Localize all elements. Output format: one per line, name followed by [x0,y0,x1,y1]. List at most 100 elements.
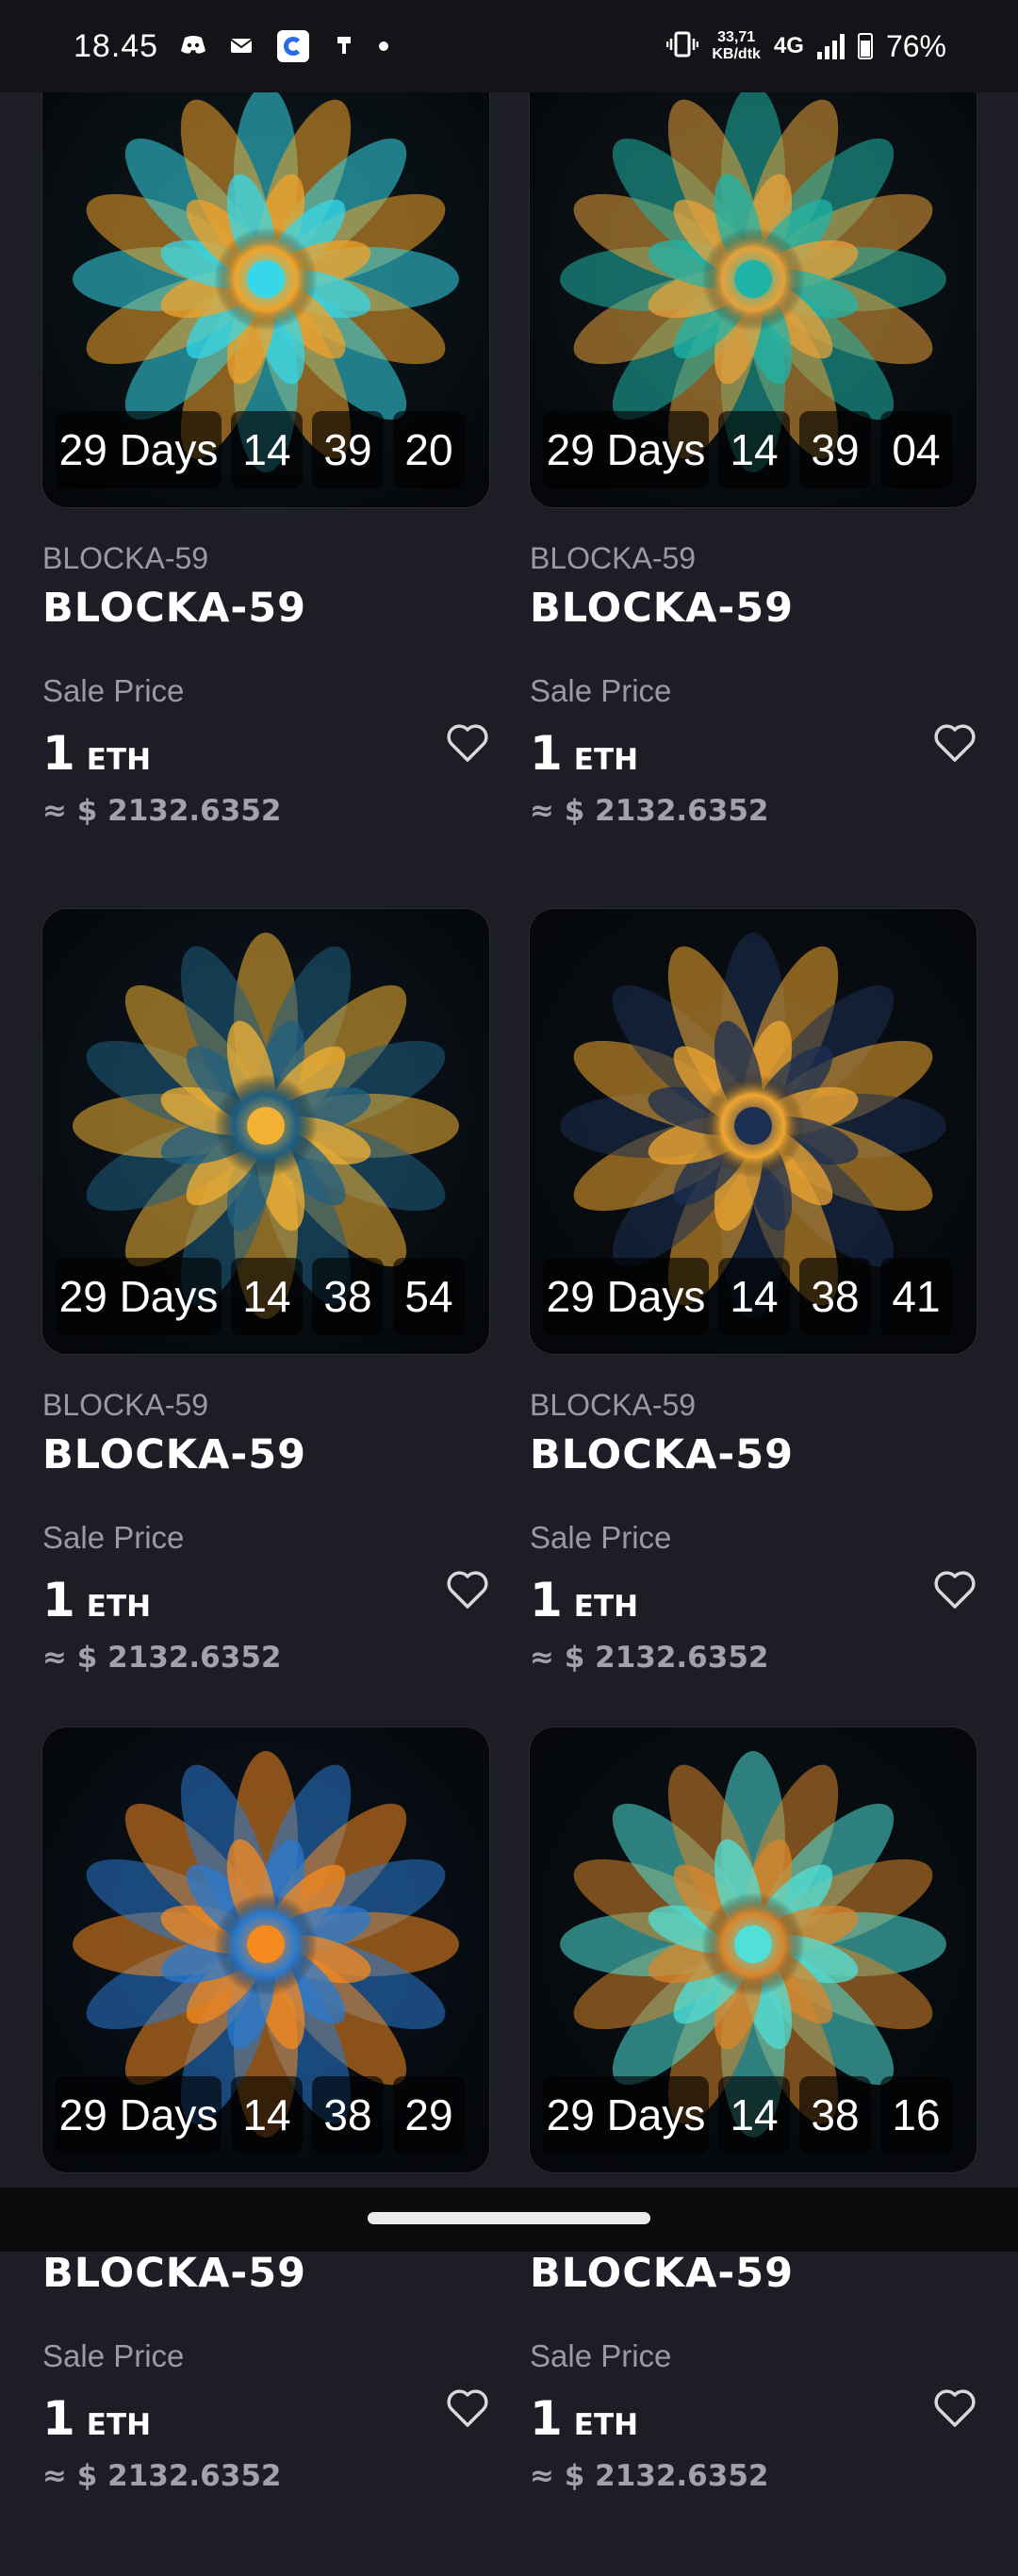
collection-name[interactable]: BLOCKA-59 [530,541,696,576]
mail-icon [228,28,256,64]
notification-icon [330,28,358,64]
price-eth: 1 ETH [530,726,638,781]
countdown-days: 29 Days [543,411,709,488]
price-eth: 1 ETH [42,1573,151,1627]
signal-icon [816,33,845,59]
price-amount: 1 [42,1573,75,1627]
countdown-hours: 14 [231,411,303,488]
home-gesture-handle[interactable] [368,2212,650,2224]
nft-artwork-image[interactable]: 29 Days 14 39 04 [530,62,977,507]
price-usd: ≈ $ 2132.6352 [42,1641,282,1675]
status-right: 33,71 KB/dtk 4G 76% [666,29,946,64]
status-time: 18.45 [74,27,159,64]
countdown-minutes: 38 [312,1258,384,1335]
price-currency: ETH [86,1590,152,1624]
nft-card[interactable]: 29 Days 14 39 04 BLOCKA-59 BLOCKA-59 Sal… [530,62,977,911]
discord-icon [179,28,207,64]
nft-artwork-image[interactable]: 29 Days 14 38 16 [530,1727,977,2172]
countdown-seconds: 20 [393,411,465,488]
nft-title[interactable]: BLOCKA-59 [530,2250,794,2297]
nft-title[interactable]: BLOCKA-59 [42,2250,306,2297]
price-amount: 1 [530,1573,563,1627]
sale-price-label: Sale Price [42,2338,185,2373]
price-currency: ETH [573,743,639,777]
price-amount: 1 [42,726,75,781]
price-usd: ≈ $ 2132.6352 [530,1641,769,1675]
price-amount: 1 [530,2391,563,2446]
sale-price-label: Sale Price [42,1520,185,1555]
price-amount: 1 [42,2391,75,2446]
countdown-timer: 29 Days 14 38 41 [543,1258,952,1335]
favorite-heart-icon[interactable] [933,2387,977,2429]
countdown-timer: 29 Days 14 38 16 [543,2076,952,2154]
price-usd: ≈ $ 2132.6352 [530,2459,769,2493]
battery-percent: 76% [885,28,946,63]
countdown-days: 29 Days [543,2076,709,2154]
countdown-minutes: 39 [312,411,384,488]
countdown-seconds: 04 [880,411,952,488]
countdown-timer: 29 Days 14 39 04 [543,411,952,488]
countdown-days: 29 Days [56,1258,222,1335]
nft-card[interactable]: 29 Days 14 39 20 BLOCKA-59 BLOCKA-59 Sal… [42,62,489,911]
countdown-days: 29 Days [56,2076,222,2154]
dot-icon [379,41,389,51]
countdown-timer: 29 Days 14 38 54 [56,1258,465,1335]
countdown-seconds: 54 [393,1258,465,1335]
sale-price-label: Sale Price [530,1520,672,1555]
countdown-minutes: 38 [312,2076,384,2154]
countdown-hours: 14 [718,411,790,488]
nft-title[interactable]: BLOCKA-59 [530,585,794,632]
nft-artwork-image[interactable]: 29 Days 14 39 20 [42,62,489,507]
favorite-heart-icon[interactable] [933,1569,977,1610]
countdown-timer: 29 Days 14 39 20 [56,411,465,488]
nft-artwork-image[interactable]: 29 Days 14 38 41 [530,909,977,1354]
navigation-bar [0,2188,1018,2252]
collection-name[interactable]: BLOCKA-59 [42,541,208,576]
sale-price-label: Sale Price [530,673,672,708]
network-speed: 33,71 KB/dtk [712,29,761,63]
sale-price-label: Sale Price [530,2338,672,2373]
countdown-hours: 14 [718,2076,790,2154]
google-app-icon [277,30,310,62]
nft-artwork-image[interactable]: 29 Days 14 38 54 [42,909,489,1354]
nft-card[interactable]: 29 Days 14 38 41 BLOCKA-59 BLOCKA-59 Sal… [530,909,977,1758]
nft-card[interactable]: 29 Days 14 38 54 BLOCKA-59 BLOCKA-59 Sal… [42,909,489,1758]
status-left: 18.45 [74,27,389,65]
price-currency: ETH [573,2408,639,2442]
nft-title[interactable]: BLOCKA-59 [42,585,306,632]
favorite-heart-icon[interactable] [446,722,489,764]
network-type: 4G [773,33,804,58]
vibrate-icon [666,30,699,63]
price-usd: ≈ $ 2132.6352 [42,794,282,828]
nft-artwork-image[interactable]: 29 Days 14 38 29 [42,1727,489,2172]
nft-title[interactable]: BLOCKA-59 [530,1431,794,1478]
collection-name[interactable]: BLOCKA-59 [42,1388,208,1423]
nft-card[interactable]: 29 Days 14 38 29 BLOCKA-59 BLOCKA-59 Sal… [42,1727,489,2576]
network-speed-value: 33,71 [717,29,756,45]
countdown-hours: 14 [231,2076,303,2154]
countdown-minutes: 38 [799,2076,871,2154]
favorite-heart-icon[interactable] [446,2387,489,2429]
price-currency: ETH [573,1590,639,1624]
price-eth: 1 ETH [42,726,151,781]
collection-name[interactable]: BLOCKA-59 [530,1388,696,1423]
favorite-heart-icon[interactable] [933,722,977,764]
price-eth: 1 ETH [530,1573,638,1627]
countdown-days: 29 Days [543,1258,709,1335]
price-currency: ETH [86,743,152,777]
price-amount: 1 [530,726,563,781]
countdown-days: 29 Days [56,411,222,488]
countdown-minutes: 39 [799,411,871,488]
nft-title[interactable]: BLOCKA-59 [42,1431,306,1478]
price-usd: ≈ $ 2132.6352 [42,2459,282,2493]
countdown-seconds: 29 [393,2076,465,2154]
favorite-heart-icon[interactable] [446,1569,489,1610]
price-eth: 1 ETH [530,2391,638,2446]
status-bar: 18.45 33,71 KB/dtk 4G 76% [0,0,1018,92]
nft-card[interactable]: 29 Days 14 38 16 BLOCKA-59 BLOCKA-59 Sal… [530,1727,977,2576]
battery-icon [857,33,873,59]
price-currency: ETH [86,2408,152,2442]
countdown-seconds: 41 [880,1258,952,1335]
countdown-hours: 14 [231,1258,303,1335]
network-speed-unit: KB/dtk [712,46,761,62]
